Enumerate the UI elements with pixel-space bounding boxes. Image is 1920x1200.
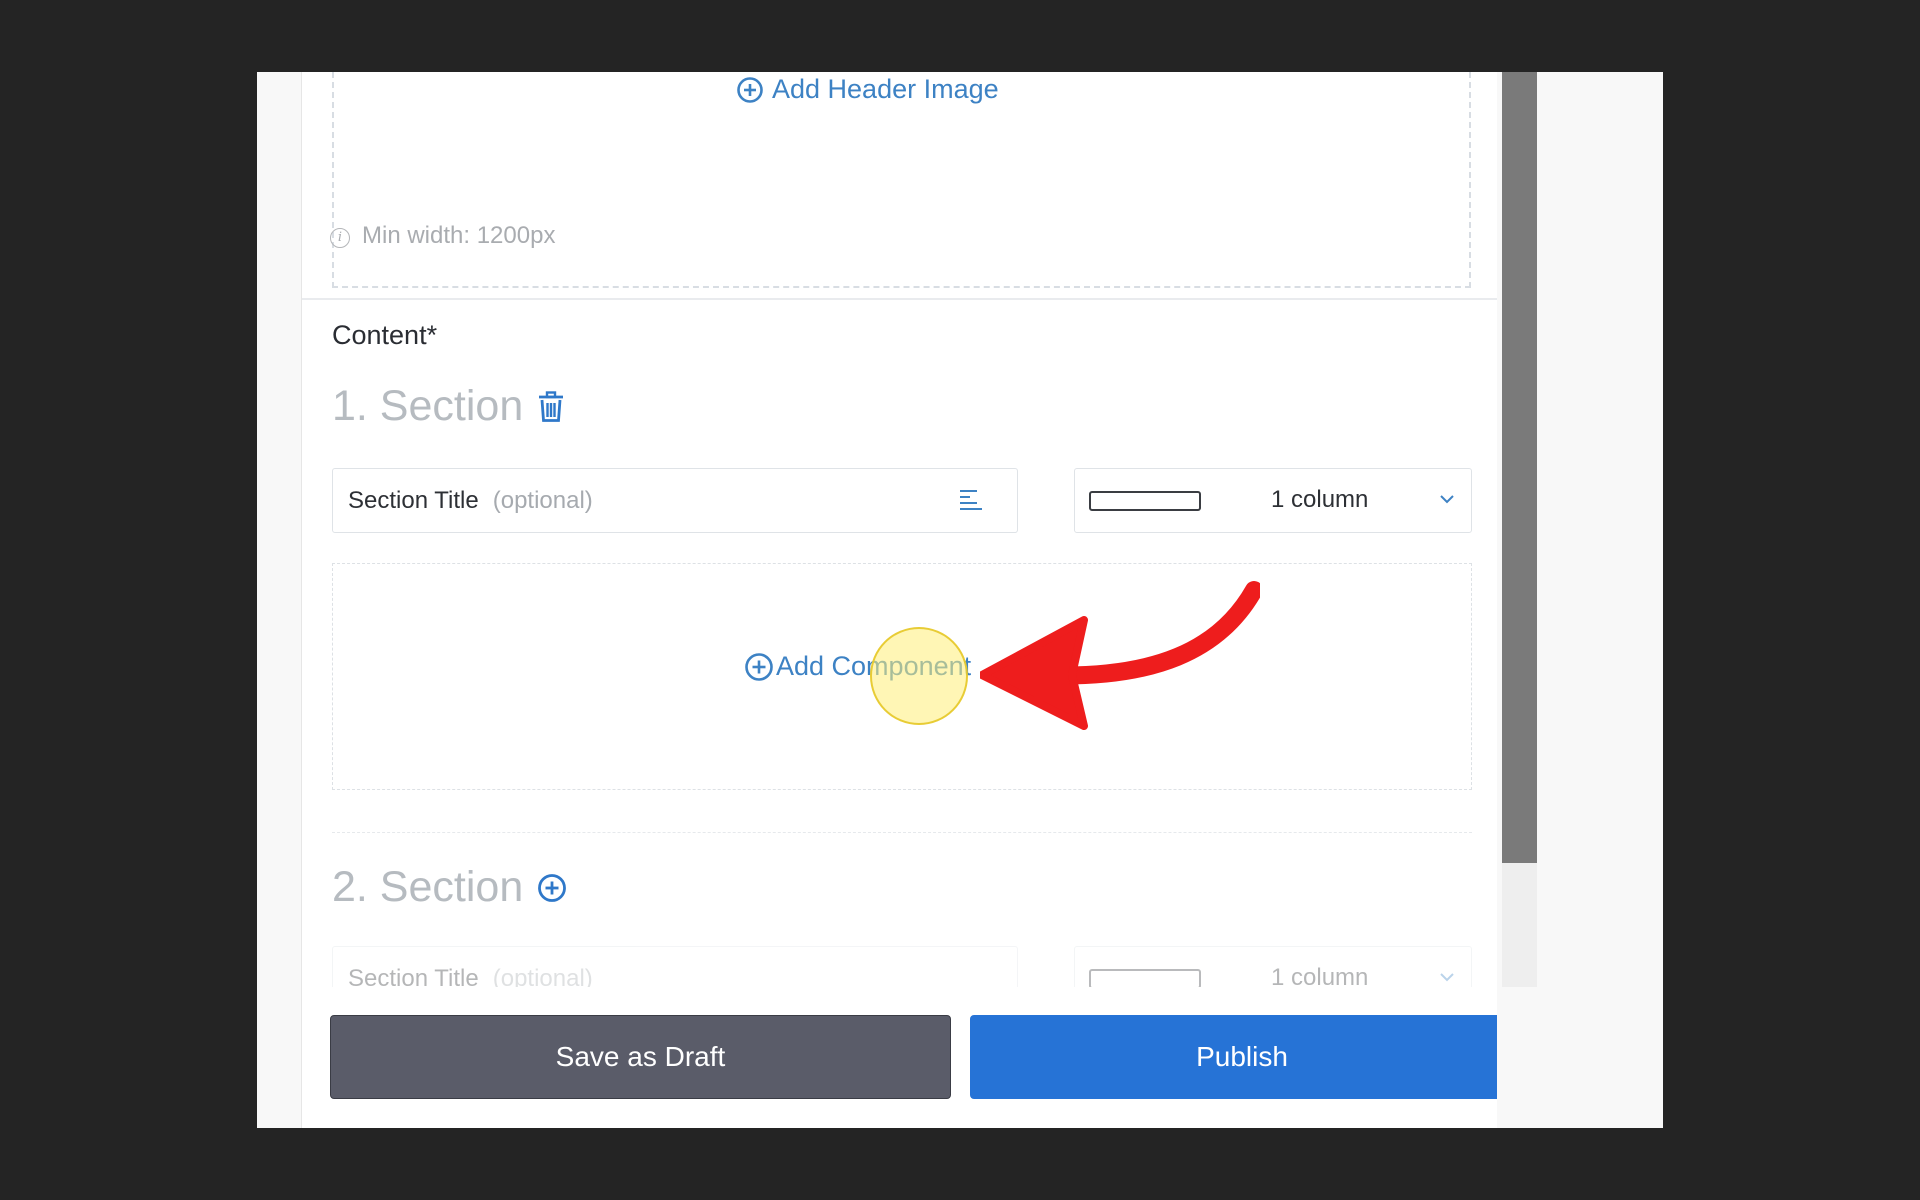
header-image-hint-text: Min width: 1200px [362, 222, 556, 249]
chevron-down-icon [1440, 495, 1454, 504]
annotation-arrow [980, 581, 1260, 730]
section-1-title: 1. Section [332, 382, 524, 430]
add-header-image-label: Add Header Image [772, 74, 999, 104]
content-label: Content* [332, 320, 438, 350]
section-title-label: Section Title [348, 486, 479, 514]
scrollbar-thumb[interactable] [1502, 72, 1537, 863]
chevron-down-icon [1440, 973, 1454, 982]
section-1-columns-select[interactable]: 1 column [1074, 468, 1472, 533]
scrollbar-track[interactable] [1502, 72, 1537, 987]
section-2-heading: 2. Section [332, 863, 567, 912]
trash-icon[interactable] [537, 390, 565, 423]
section-title-placeholder: (optional) [492, 486, 593, 514]
plus-circle-icon[interactable] [537, 873, 567, 903]
columns-value: 1 column [1271, 486, 1369, 513]
publish-button[interactable]: Publish [970, 1015, 1497, 1099]
column-layout-preview [1089, 491, 1201, 511]
divider [302, 298, 1497, 300]
header-image-hint: i Min width: 1200px [330, 222, 555, 250]
section-1-heading: 1. Section [332, 382, 565, 431]
add-header-image-button[interactable]: Add Header Image [736, 74, 999, 105]
click-highlight [870, 627, 968, 725]
align-left-icon[interactable] [959, 489, 983, 511]
info-icon: i [330, 228, 350, 248]
column-layout-preview [1089, 969, 1201, 989]
section-1-title-input[interactable]: Section Title (optional) [332, 468, 1018, 533]
plus-circle-icon [737, 76, 763, 103]
plus-circle-icon [745, 652, 773, 681]
save-as-draft-button[interactable]: Save as Draft [330, 1015, 951, 1099]
section-divider [332, 832, 1472, 833]
editor-window: Add Header Image i Min width: 1200px Con… [257, 72, 1663, 1128]
section-2-title: 2. Section [332, 863, 524, 911]
editor-panel: Add Header Image i Min width: 1200px Con… [301, 72, 1497, 1128]
